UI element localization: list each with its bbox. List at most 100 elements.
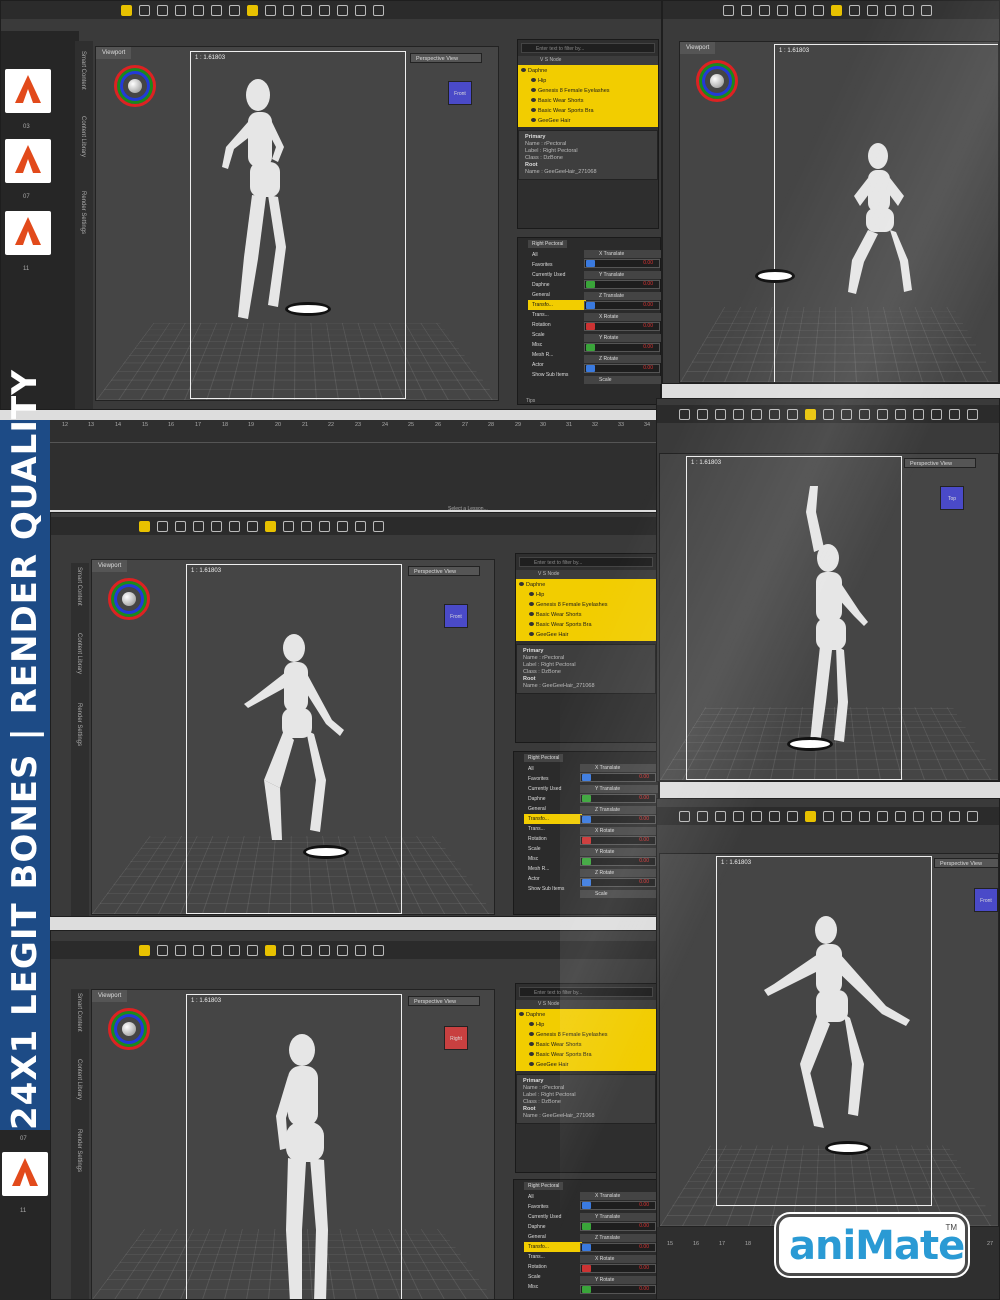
tool-icon[interactable] <box>697 810 708 822</box>
param-header[interactable]: Right Pectoral <box>528 240 568 248</box>
tool-icon[interactable] <box>229 4 240 16</box>
tab-content-library[interactable]: Content Library <box>76 1059 82 1100</box>
tool-icon[interactable] <box>949 810 960 822</box>
viewport-tab[interactable]: Viewport <box>92 990 128 1002</box>
slider-scale[interactable]: Scale <box>584 376 661 397</box>
slider-z-translate[interactable]: Z Translate 0.00 <box>580 806 658 827</box>
param-item[interactable]: General <box>528 290 586 300</box>
tool-icon[interactable] <box>211 520 222 532</box>
scene-node[interactable]: Daphne <box>516 580 656 590</box>
param-item[interactable]: Rotation <box>528 320 586 330</box>
scene-node[interactable]: Daphne <box>518 66 658 76</box>
tool-icon[interactable] <box>319 4 330 16</box>
camera-gizmo-icon[interactable] <box>696 60 738 102</box>
viewport[interactable]: 1 : 1.61803 Perspective View Top <box>659 453 999 781</box>
view-cube-icon[interactable]: Front <box>974 888 998 912</box>
tool-icon[interactable] <box>787 810 798 822</box>
tool-icon[interactable] <box>769 810 780 822</box>
tool-icon[interactable] <box>715 810 726 822</box>
viewport[interactable]: 1 : 1.61803 Perspective View Front <box>659 853 999 1227</box>
slider-y-translate[interactable]: Y Translate 0.00 <box>580 785 658 806</box>
scene-search-input[interactable]: Enter text to filter by... <box>519 987 653 997</box>
tool-icon[interactable] <box>229 944 240 956</box>
tool-icon[interactable] <box>121 4 132 16</box>
slider-y-translate[interactable]: Y Translate 0.00 <box>580 1213 658 1234</box>
perspective-view-select[interactable]: Perspective View <box>408 996 480 1006</box>
tool-icon[interactable] <box>805 810 816 822</box>
tool-icon[interactable] <box>831 4 842 16</box>
adaz-logo-icon[interactable] <box>5 69 51 113</box>
param-item[interactable]: Favorites <box>528 260 586 270</box>
camera-gizmo-icon[interactable] <box>108 1008 150 1050</box>
viewport-tab[interactable]: Viewport <box>680 42 716 54</box>
tool-icon[interactable] <box>337 4 348 16</box>
tool-icon[interactable] <box>373 4 384 16</box>
tool-icon[interactable] <box>301 944 312 956</box>
tool-icon[interactable] <box>355 520 366 532</box>
tool-icon[interactable] <box>247 4 258 16</box>
slider-z-translate[interactable]: Z Translate 0.00 <box>580 1234 658 1255</box>
tool-icon[interactable] <box>949 408 960 420</box>
tool-icon[interactable] <box>247 944 258 956</box>
slider-x-translate[interactable]: X Translate 0.00 <box>580 1192 658 1213</box>
tool-icon[interactable] <box>679 810 690 822</box>
tool-icon[interactable] <box>679 408 690 420</box>
param-item[interactable]: Show Sub Items <box>528 370 586 380</box>
tool-icon[interactable] <box>777 4 788 16</box>
viewport[interactable]: Viewport 1 : 1.61803 Perspective View Fr… <box>91 559 495 915</box>
tool-icon[interactable] <box>849 4 860 16</box>
tool-icon[interactable] <box>175 520 186 532</box>
tool-icon[interactable] <box>813 4 824 16</box>
view-cube-icon[interactable]: Front <box>444 604 468 628</box>
tool-icon[interactable] <box>931 408 942 420</box>
tool-icon[interactable] <box>373 520 384 532</box>
scene-node[interactable]: Basic Wear Shorts <box>516 610 656 620</box>
tool-icon[interactable] <box>885 4 896 16</box>
tool-icon[interactable] <box>913 810 924 822</box>
scene-node[interactable]: GeeGee Hair <box>516 630 656 640</box>
param-item[interactable]: All <box>528 250 586 260</box>
tool-icon[interactable] <box>787 408 798 420</box>
tool-icon[interactable] <box>795 4 806 16</box>
tool-icon[interactable] <box>877 408 888 420</box>
tool-icon[interactable] <box>175 944 186 956</box>
tool-icon[interactable] <box>967 408 978 420</box>
tool-icon[interactable] <box>895 810 906 822</box>
scene-search-input[interactable]: Enter text to filter by... <box>521 43 655 53</box>
scene-node[interactable]: Basic Wear Sports Bra <box>516 1050 656 1060</box>
scene-node[interactable]: Genesis 8 Female Eyelashes <box>516 600 656 610</box>
slider-z-rotate[interactable]: Z Rotate 0.00 <box>580 869 658 890</box>
camera-gizmo-icon[interactable] <box>108 578 150 620</box>
tool-icon[interactable] <box>265 520 276 532</box>
tool-icon[interactable] <box>283 520 294 532</box>
tool-icon[interactable] <box>193 4 204 16</box>
scene-node[interactable]: Basic Wear Shorts <box>516 1040 656 1050</box>
tool-icon[interactable] <box>139 4 150 16</box>
tool-icon[interactable] <box>193 520 204 532</box>
tool-icon[interactable] <box>751 408 762 420</box>
scene-node[interactable]: GeeGee Hair <box>516 1060 656 1070</box>
tool-icon[interactable] <box>211 944 222 956</box>
tool-icon[interactable] <box>769 408 780 420</box>
tool-icon[interactable] <box>229 520 240 532</box>
tool-icon[interactable] <box>859 810 870 822</box>
tab-content-library[interactable]: Content Library <box>80 116 86 157</box>
camera-gizmo-icon[interactable] <box>114 65 156 107</box>
slider-x-rotate[interactable]: X Rotate 0.00 <box>580 1255 658 1276</box>
tool-icon[interactable] <box>697 408 708 420</box>
viewport-tab[interactable]: Viewport <box>92 560 128 572</box>
adaz-logo-icon[interactable] <box>5 139 51 183</box>
scene-node[interactable]: Genesis 8 Female Eyelashes <box>518 86 658 96</box>
tool-icon[interactable] <box>805 408 816 420</box>
param-item[interactable]: Scale <box>528 330 586 340</box>
tab-content-library[interactable]: Content Library <box>76 633 82 674</box>
tips-tab[interactable]: Tips <box>526 398 535 404</box>
view-cube-icon[interactable]: Right <box>444 1026 468 1050</box>
slider-y-rotate[interactable]: Y Rotate 0.00 <box>580 848 658 869</box>
tool-icon[interactable] <box>157 520 168 532</box>
tool-icon[interactable] <box>139 944 150 956</box>
tool-icon[interactable] <box>903 4 914 16</box>
perspective-view-select[interactable]: Perspective View <box>934 858 998 868</box>
scene-node[interactable]: Hip <box>516 590 656 600</box>
scene-node[interactable]: Hip <box>518 76 658 86</box>
